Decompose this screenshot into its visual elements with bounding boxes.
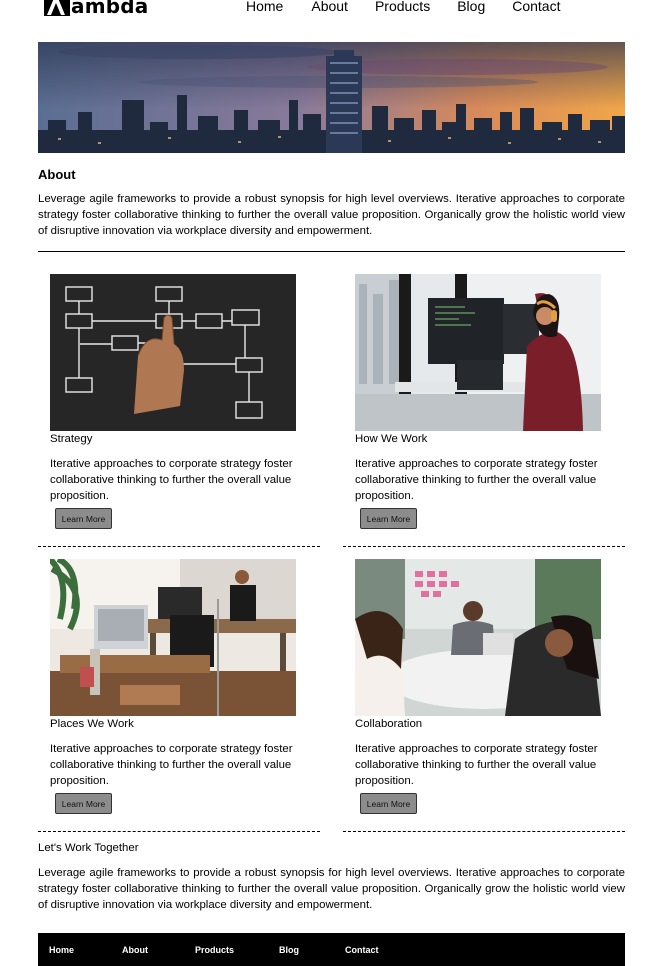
card-description: Iterative approaches to corporate strate…	[355, 743, 598, 787]
card-title: Strategy	[50, 433, 93, 445]
site-footer: Home About Products Blog Contact	[38, 933, 625, 966]
card-title: Collaboration	[355, 718, 423, 730]
card-description: Iterative approaches to corporate strate…	[50, 743, 293, 787]
footer-nav-home[interactable]: Home	[49, 945, 74, 955]
learn-more-button[interactable]: Learn More	[360, 793, 417, 814]
together-title: Let's Work Together	[38, 842, 139, 854]
card-description: Iterative approaches to corporate strate…	[50, 458, 293, 502]
learn-more-button[interactable]: Learn More	[55, 793, 112, 814]
dashed-divider	[38, 831, 320, 832]
dashed-divider	[343, 546, 625, 547]
dashed-divider	[38, 546, 320, 547]
dashed-divider	[343, 831, 625, 832]
lambda-logo-icon	[44, 0, 70, 16]
site-header: ambda Home About Products Blog Contact	[0, 0, 646, 20]
nav-home[interactable]: Home	[246, 0, 283, 15]
together-text: Leverage agile frameworks to provide a r…	[38, 867, 625, 911]
about-text: Leverage agile frameworks to provide a r…	[38, 193, 625, 237]
footer-nav-about[interactable]: About	[122, 945, 148, 955]
nav-about[interactable]: About	[311, 0, 348, 15]
card-title: Places We Work	[50, 718, 134, 730]
nav-products[interactable]: Products	[375, 0, 430, 15]
logo[interactable]: ambda	[44, 0, 148, 17]
nav-contact[interactable]: Contact	[512, 0, 560, 15]
card-title: How We Work	[355, 433, 428, 445]
strategy-image	[50, 274, 296, 431]
about-title: About	[38, 167, 76, 182]
divider	[38, 251, 625, 252]
learn-more-button[interactable]: Learn More	[55, 508, 112, 529]
learn-more-button[interactable]: Learn More	[360, 508, 417, 529]
hero-image	[38, 42, 625, 153]
card-description: Iterative approaches to corporate strate…	[355, 458, 598, 502]
footer-nav-products[interactable]: Products	[195, 945, 234, 955]
top-nav: Home About Products Blog Contact	[246, 0, 560, 15]
nav-blog[interactable]: Blog	[457, 0, 485, 15]
footer-nav-blog[interactable]: Blog	[279, 945, 299, 955]
collaboration-image	[355, 559, 601, 716]
logo-text: ambda	[71, 0, 149, 18]
places-we-work-image	[50, 559, 296, 716]
how-we-work-image	[355, 274, 601, 431]
footer-nav-contact[interactable]: Contact	[345, 945, 379, 955]
